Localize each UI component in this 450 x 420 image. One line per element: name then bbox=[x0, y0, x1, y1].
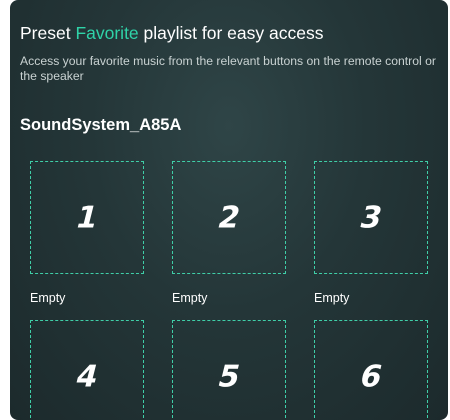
page-title: Preset Favorite playlist for easy access bbox=[20, 22, 323, 44]
preset-status-1: Empty bbox=[30, 291, 66, 305]
preset-slot-1[interactable]: 1 bbox=[30, 161, 144, 274]
device-name: SoundSystem_A85A bbox=[20, 116, 182, 134]
preset-number: 4 bbox=[72, 359, 102, 394]
preset-slot-6[interactable]: 6 bbox=[314, 320, 428, 420]
title-suffix: playlist for easy access bbox=[138, 23, 324, 43]
preset-status-2: Empty bbox=[172, 291, 208, 305]
title-prefix: Preset bbox=[20, 23, 76, 43]
page-subtitle: Access your favorite music from the rele… bbox=[20, 54, 436, 83]
preset-slot-3[interactable]: 3 bbox=[314, 161, 428, 274]
preset-number: 2 bbox=[214, 200, 244, 235]
favorite-preset-screen: Preset Favorite playlist for easy access… bbox=[10, 0, 448, 420]
preset-status-3: Empty bbox=[314, 291, 350, 305]
preset-slot-4[interactable]: 4 bbox=[30, 320, 144, 420]
preset-number: 5 bbox=[214, 359, 244, 394]
preset-number: 1 bbox=[72, 200, 102, 235]
preset-number: 3 bbox=[356, 200, 386, 235]
preset-slot-5[interactable]: 5 bbox=[172, 320, 286, 420]
preset-number: 6 bbox=[356, 359, 386, 394]
preset-slot-2[interactable]: 2 bbox=[172, 161, 286, 274]
title-accent: Favorite bbox=[75, 23, 139, 43]
